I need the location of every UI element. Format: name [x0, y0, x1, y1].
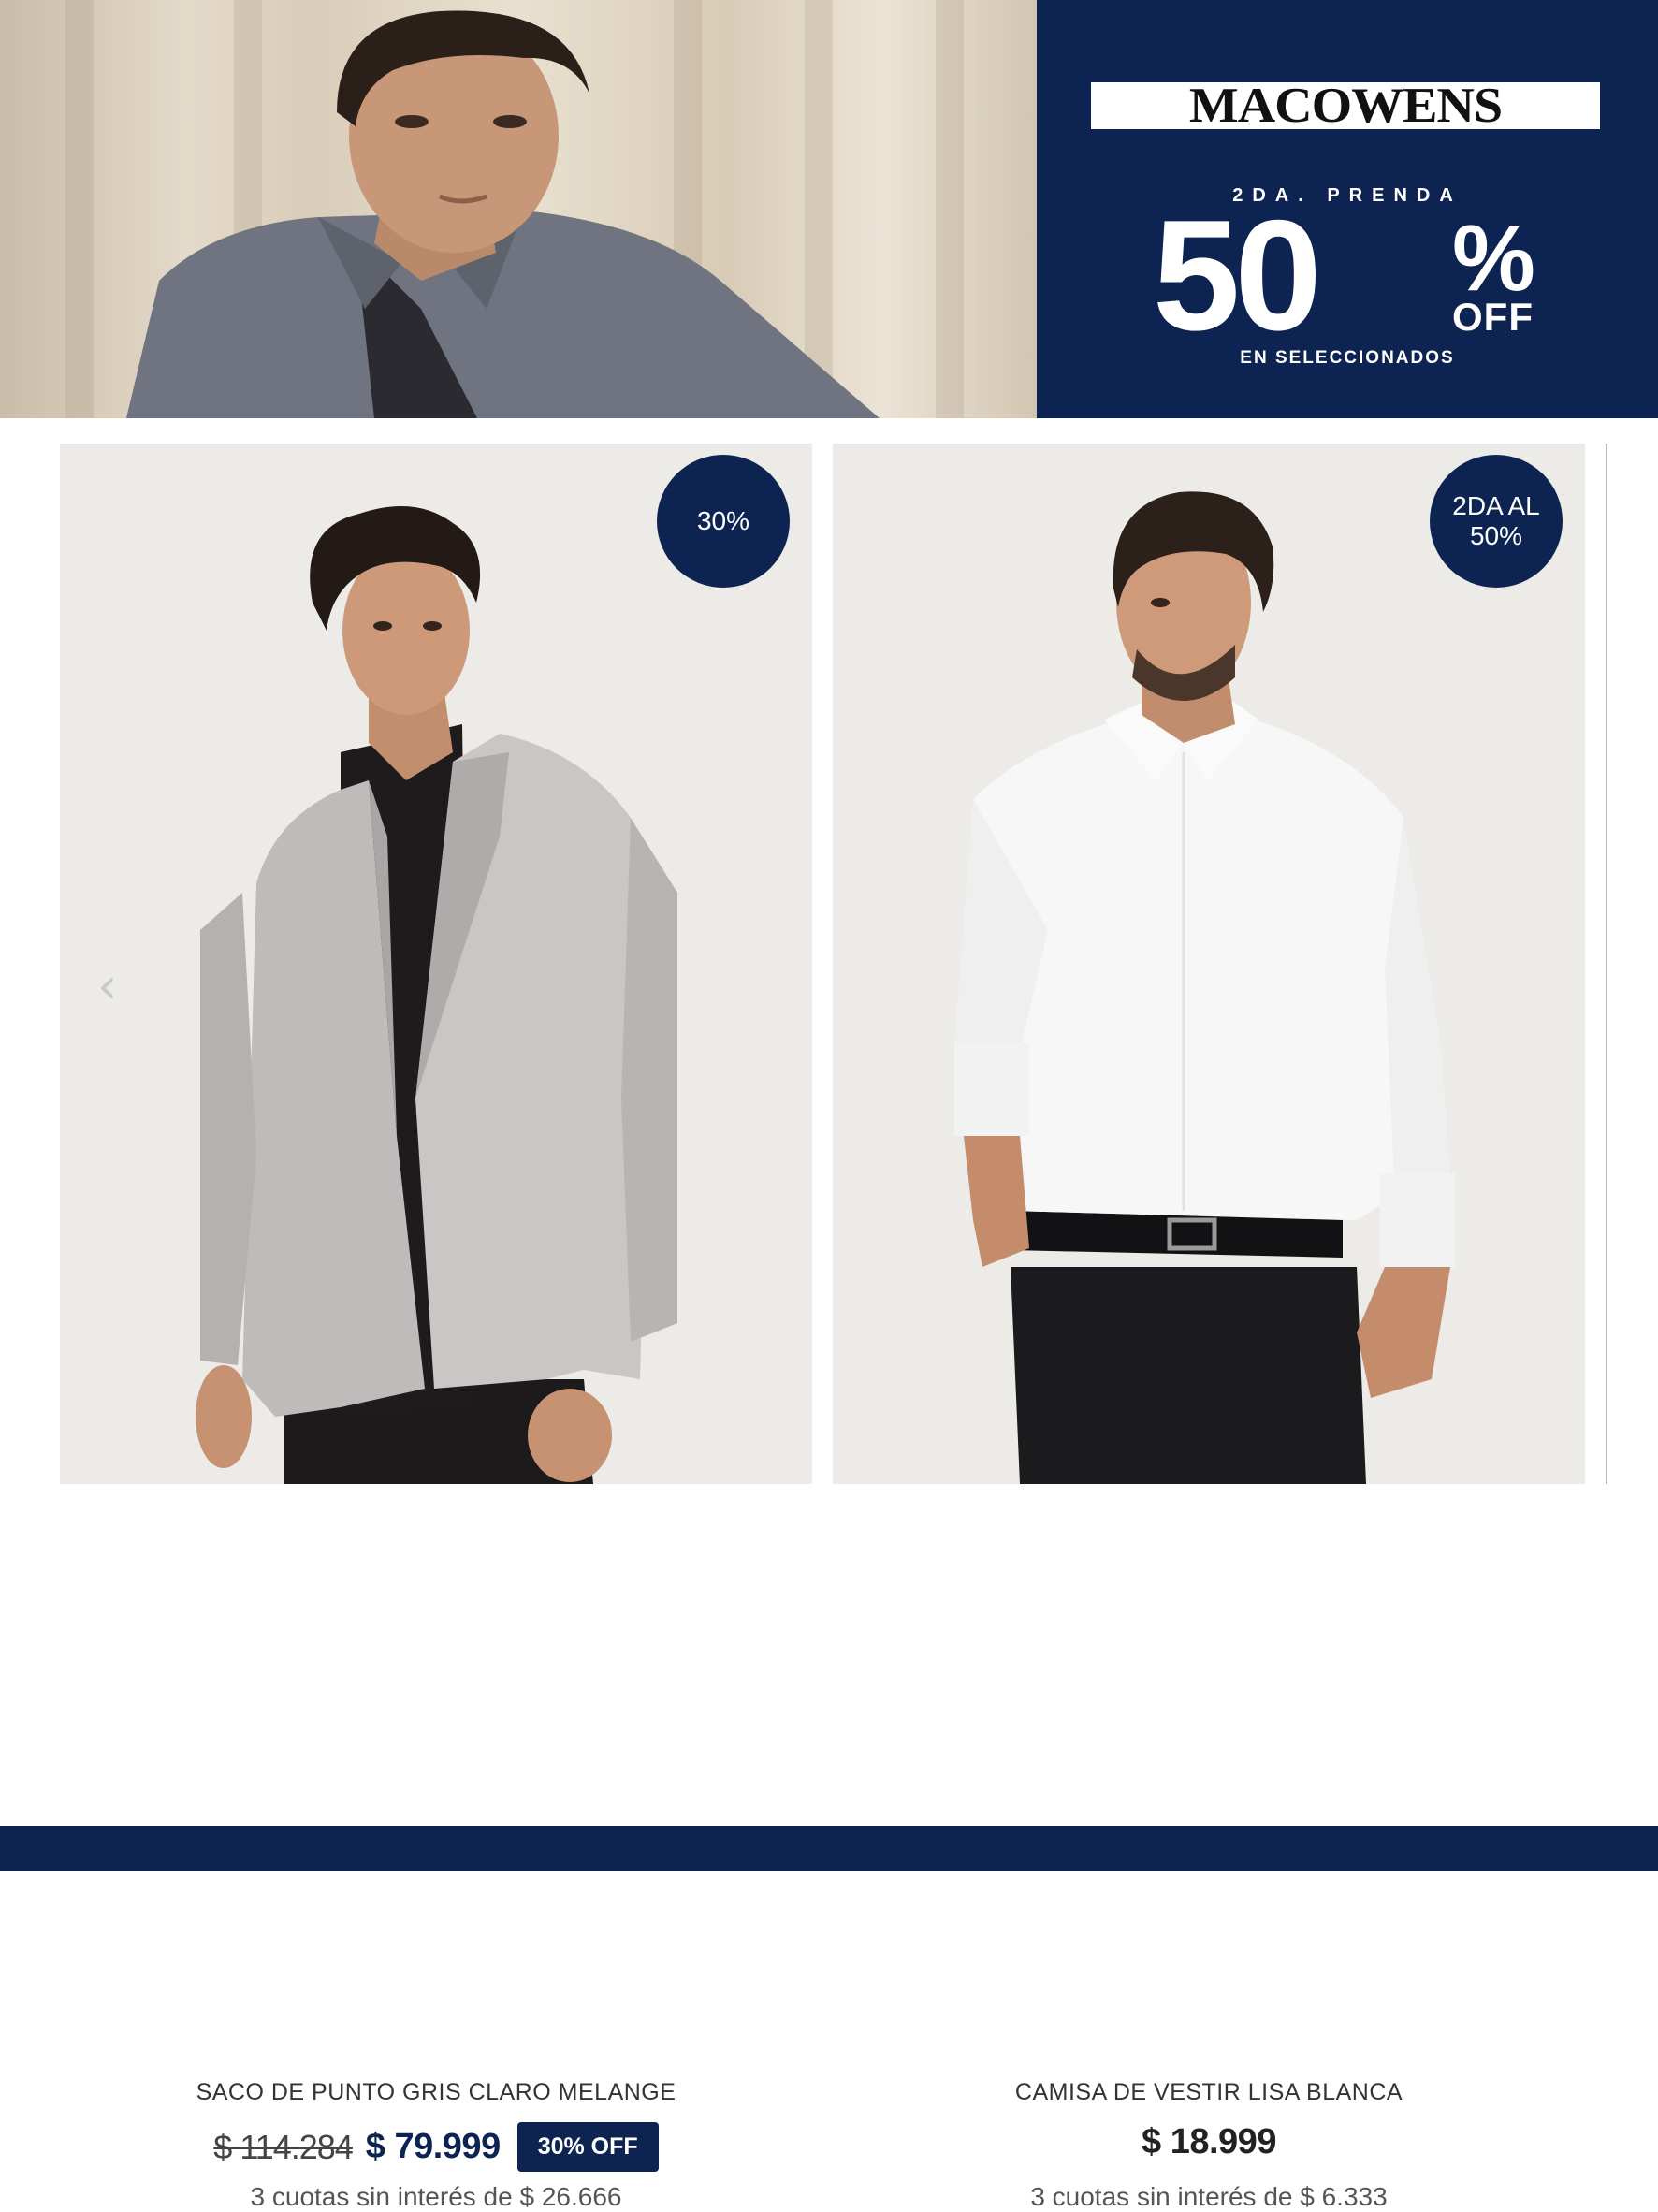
promo-panel: MACOWENS 2DA. PRENDA 50 % OFF EN SELECCI…: [1037, 0, 1658, 418]
installments-text: 3 cuotas sin interés de $ 6.333: [1030, 2182, 1388, 2211]
promo-percent: %: [1452, 206, 1535, 311]
price: $ 18.999: [1142, 2122, 1276, 2161]
original-price: $ 114.284: [213, 2127, 353, 2166]
price-row: $ 18.999: [833, 2122, 1585, 2162]
carousel-divider: [1606, 444, 1607, 1484]
footer-bar: [0, 1826, 1658, 1871]
hero-banner[interactable]: MACOWENS 2DA. PRENDA 50 % OFF EN SELECCI…: [0, 0, 1658, 418]
promo-off: OFF: [1452, 295, 1534, 339]
product-image-camisa[interactable]: 2DA AL 50%: [833, 444, 1585, 1484]
promo-number: 50: [1153, 187, 1322, 363]
chevron-left-icon[interactable]: ‹: [97, 961, 135, 1011]
product-card-saco[interactable]: ‹ 30% SACO DE PUNTO GRIS CLARO MELANGE $…: [60, 444, 812, 2211]
promo-subtitle: EN SELECCIONADOS: [1240, 348, 1455, 368]
product-card-camisa[interactable]: 2DA AL 50% CAMISA DE VESTIR LISA BLANCA …: [833, 444, 1585, 2211]
promo-label: 2DA. PRENDA: [1232, 185, 1462, 206]
sale-price: $ 79.999: [365, 2127, 501, 2166]
promo-badge: 2DA AL 50%: [1430, 455, 1563, 588]
brand-logo-text: MACOWENS: [1188, 78, 1503, 134]
product-name[interactable]: SACO DE PUNTO GRIS CLARO MELANGE: [60, 2079, 812, 2106]
discount-badge: 30%: [657, 455, 790, 588]
off-tag: 30% OFF: [516, 2122, 659, 2172]
hero-model-photo: [0, 0, 1037, 418]
product-image-saco[interactable]: ‹ 30%: [60, 444, 812, 1484]
product-name[interactable]: CAMISA DE VESTIR LISA BLANCA: [833, 2079, 1585, 2106]
price-row: $ 114.284 $ 79.999 30% OFF: [60, 2122, 812, 2172]
installments-text: 3 cuotas sin interés de $ 26.666: [250, 2182, 622, 2211]
brand-logo[interactable]: MACOWENS: [1091, 78, 1600, 134]
